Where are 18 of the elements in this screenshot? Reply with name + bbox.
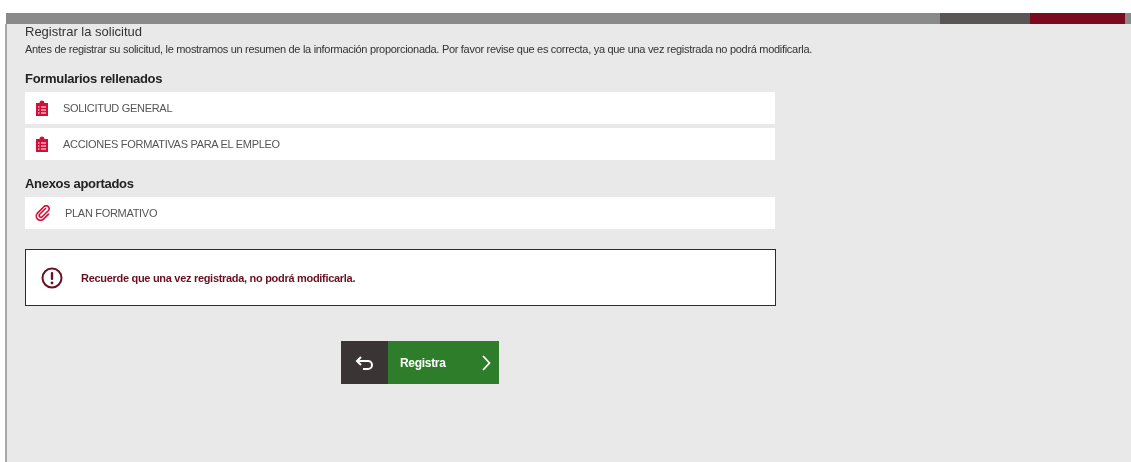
- clipboard-icon: [35, 100, 49, 116]
- page-title: Registrar la solicitud: [25, 24, 144, 39]
- section-heading: Anexos aportados: [25, 176, 135, 191]
- paperclip-icon: [35, 205, 51, 221]
- top-tab[interactable]: [940, 13, 1030, 24]
- section-heading: Formularios rellenados: [25, 71, 164, 86]
- register-button[interactable]: Registra: [388, 341, 499, 384]
- chevron-right-icon: [482, 354, 491, 371]
- summary-item[interactable]: PLAN FORMATIVO: [25, 197, 775, 229]
- exclamation-icon: [41, 266, 63, 289]
- clipboard-icon: [35, 136, 49, 152]
- summary-item[interactable]: ACCIONES FORMATIVAS PARA EL EMPLEO: [25, 128, 775, 160]
- back-button[interactable]: [341, 341, 388, 384]
- description-text: Antes de registrar su solicitud, le mostramos un resumen de la información proporcionada. Por favor revise que es correcta, ya que una vez registrada no podrá modificarla.: [25, 43, 813, 55]
- return-arrow-icon: [354, 355, 375, 370]
- alert-text: Recuerde que una vez registrada, no podrá modificarla.: [81, 271, 356, 284]
- summary-item[interactable]: SOLICITUD GENERAL: [25, 92, 775, 124]
- top-tab[interactable]: [1030, 13, 1125, 24]
